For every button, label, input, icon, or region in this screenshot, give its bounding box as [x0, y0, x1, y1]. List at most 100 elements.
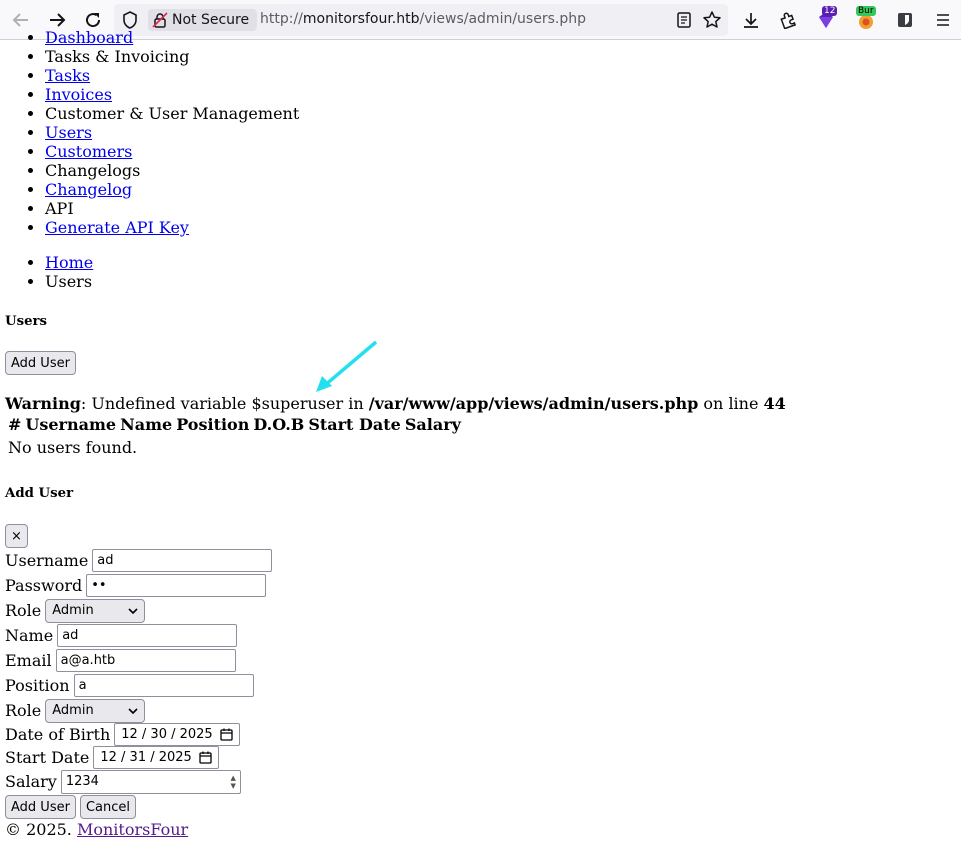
- email-field[interactable]: [55, 649, 236, 672]
- warning-line-number: 44: [763, 394, 786, 413]
- add-user-form: Username Password Role Admin Name Email …: [5, 548, 955, 819]
- menu-heading-label: Customer & User Management: [45, 104, 300, 123]
- menu-item-dashboard[interactable]: Dashboard: [45, 28, 955, 47]
- modal-title: Add User: [5, 486, 74, 501]
- start-date-label: Start Date: [5, 747, 90, 767]
- url-host: monitorsfour.htb: [302, 11, 420, 27]
- table-row: No users found.: [7, 437, 462, 458]
- menu-link-users[interactable]: Users: [45, 123, 92, 142]
- users-table: # Username Name Position D.O.B Start Dat…: [5, 412, 464, 460]
- salary-label: Salary: [5, 771, 57, 791]
- menu-item-invoices[interactable]: Invoices: [45, 85, 955, 104]
- col-name: Name: [120, 415, 173, 434]
- email-label: Email: [5, 650, 52, 670]
- breadcrumb-current: Users: [45, 272, 955, 291]
- menu-heading-label: API: [45, 199, 74, 218]
- footer-copyright: © 2025.: [5, 820, 77, 839]
- form-row-username: Username: [5, 548, 955, 573]
- name-label: Name: [5, 625, 54, 645]
- menu-link-changelog[interactable]: Changelog: [45, 180, 132, 199]
- reader-view-icon[interactable]: [674, 10, 694, 30]
- menu-link-invoices[interactable]: Invoices: [45, 85, 112, 104]
- calendar-icon[interactable]: [199, 751, 213, 764]
- burp-badge: Bur: [856, 6, 876, 16]
- download-icon: [744, 13, 758, 28]
- page-content: Dashboard Tasks & Invoicing Tasks Invoic…: [5, 28, 955, 840]
- form-row-name: Name: [5, 623, 955, 648]
- calendar-icon[interactable]: [220, 728, 233, 741]
- url-scheme: http://: [260, 11, 303, 27]
- page-title: Users: [5, 314, 48, 329]
- role-2-select[interactable]: Admin: [45, 698, 146, 723]
- menu-heading-tasks-invoicing: Tasks & Invoicing: [45, 47, 955, 66]
- chevron-down-icon: [128, 607, 138, 614]
- form-row-email: Email: [5, 648, 955, 673]
- shield-extension-icon: [898, 13, 912, 27]
- role-select[interactable]: Admin: [45, 598, 146, 623]
- form-row-dob: Date of Birth 12 / 30 / 2025: [5, 723, 955, 746]
- menu-heading-changelogs: Changelogs: [45, 161, 955, 180]
- menu-link-generate-api-key[interactable]: Generate API Key: [45, 218, 189, 237]
- breadcrumb-home-link[interactable]: Home: [45, 253, 93, 272]
- menu-item-generate-api-key[interactable]: Generate API Key: [45, 218, 955, 237]
- url-path: /views/admin/users.php: [419, 11, 586, 27]
- broken-lock-icon: [152, 12, 168, 28]
- form-row-role-2: Role Admin: [5, 698, 955, 723]
- bookmark-star-icon[interactable]: [702, 10, 722, 30]
- warning-on-line: on line: [698, 394, 764, 413]
- form-row-start-date: Start Date 12 / 31 / 2025: [5, 746, 955, 769]
- menu-link-dashboard[interactable]: Dashboard: [45, 28, 133, 47]
- position-field[interactable]: [73, 674, 254, 697]
- reload-icon: [86, 13, 101, 28]
- role-label: Role: [5, 600, 42, 620]
- menu-heading-label: Changelogs: [45, 161, 141, 180]
- salary-stepper[interactable]: 1234 ▲ ▼: [60, 769, 241, 794]
- hamburger-menu-icon: [937, 14, 949, 26]
- stepper-arrows[interactable]: ▲ ▼: [230, 774, 235, 790]
- footer: © 2025. MonitorsFour: [5, 820, 955, 840]
- role-selected-value: Admin: [52, 602, 94, 618]
- cancel-button[interactable]: Cancel: [79, 795, 136, 819]
- empty-state-text: No users found.: [8, 438, 138, 457]
- add-user-button[interactable]: Add User: [5, 351, 76, 375]
- chevron-down-icon: [128, 707, 138, 714]
- stepper-down-icon[interactable]: ▼: [230, 782, 235, 790]
- col-dob: D.O.B: [253, 415, 305, 434]
- sidebar-menu: Dashboard Tasks & Invoicing Tasks Invoic…: [5, 28, 955, 237]
- form-row-position: Position: [5, 673, 955, 698]
- menu-heading-api: API: [45, 199, 955, 218]
- menu-item-tasks[interactable]: Tasks: [45, 66, 955, 85]
- submit-add-user-button[interactable]: Add User: [5, 795, 76, 819]
- puzzle-icon: [780, 12, 797, 29]
- not-secure-label: Not Secure: [172, 12, 250, 28]
- url-text[interactable]: http://monitorsfour.htb/views/admin/user…: [260, 11, 586, 27]
- name-field[interactable]: [57, 624, 238, 647]
- modal-close-button[interactable]: ×: [5, 524, 28, 548]
- username-field[interactable]: [92, 549, 273, 572]
- breadcrumb-home[interactable]: Home: [45, 253, 955, 272]
- footer-brand-link[interactable]: MonitorsFour: [77, 820, 188, 839]
- forward-arrow-icon: [50, 13, 66, 27]
- menu-item-users[interactable]: Users: [45, 123, 955, 142]
- warning-label: Warning: [5, 394, 81, 413]
- menu-item-changelog[interactable]: Changelog: [45, 180, 955, 199]
- menu-heading-customer-user: Customer & User Management: [45, 104, 955, 123]
- warning-message: : Undefined variable $superuser in: [80, 394, 369, 413]
- breadcrumb-current-label: Users: [45, 272, 93, 291]
- tracking-shield-icon[interactable]: [120, 10, 140, 30]
- form-row-salary: Salary 1234 ▲ ▼: [5, 769, 955, 794]
- col-username: Username: [25, 415, 117, 434]
- menu-link-customers[interactable]: Customers: [45, 142, 132, 161]
- dob-date-input[interactable]: 12 / 30 / 2025: [114, 723, 241, 746]
- username-label: Username: [5, 550, 89, 570]
- stepper-up-icon[interactable]: ▲: [230, 774, 235, 782]
- menu-link-tasks[interactable]: Tasks: [45, 66, 90, 85]
- table-header-row: # Username Name Position D.O.B Start Dat…: [7, 414, 462, 435]
- start-date-input[interactable]: 12 / 31 / 2025: [93, 746, 220, 769]
- password-field[interactable]: [86, 574, 267, 597]
- menu-item-customers[interactable]: Customers: [45, 142, 955, 161]
- dob-label: Date of Birth: [5, 724, 111, 744]
- back-arrow-icon: [12, 13, 28, 27]
- col-position: Position: [176, 415, 250, 434]
- menu-heading-label: Tasks & Invoicing: [45, 47, 190, 66]
